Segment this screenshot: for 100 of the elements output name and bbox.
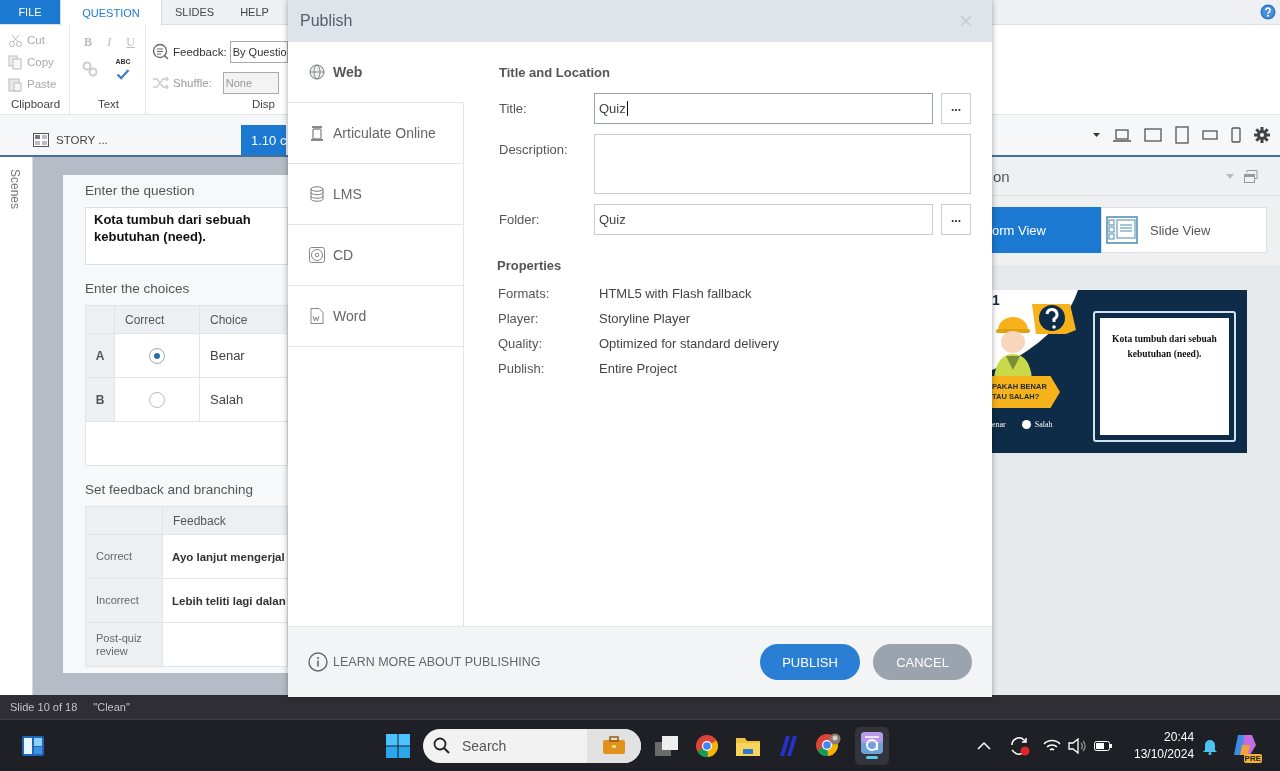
info-icon bbox=[308, 652, 328, 672]
search-field[interactable]: Search bbox=[460, 736, 574, 755]
browser-icon[interactable] bbox=[695, 733, 719, 758]
publish-target-tab[interactable]: CD bbox=[288, 225, 464, 286]
text-field[interactable]: Quiz bbox=[594, 93, 933, 124]
ribbon-group-label: Text bbox=[96, 98, 121, 110]
slide-number: 1 bbox=[992, 292, 1000, 308]
ribbon-tab[interactable]: SLIDES bbox=[162, 0, 228, 24]
document-icon bbox=[309, 308, 325, 324]
volume-icon[interactable] bbox=[1068, 737, 1086, 754]
property-label: Quality: bbox=[498, 336, 544, 351]
ribbon-group-label: Clipboard bbox=[9, 98, 62, 110]
view-toggle[interactable]: orm View bbox=[992, 207, 1101, 253]
correct-radio[interactable] bbox=[149, 391, 165, 408]
option-label: enar bbox=[992, 420, 1006, 429]
view-tab[interactable]: STORY ... bbox=[31, 125, 241, 155]
view-tab[interactable]: 1.10 c bbox=[241, 125, 286, 155]
database-icon bbox=[309, 186, 325, 202]
radio-icon bbox=[1021, 420, 1031, 429]
phone-icon[interactable] bbox=[1231, 127, 1241, 143]
row-label: Incorrect bbox=[85, 578, 163, 623]
start-icon[interactable] bbox=[386, 733, 410, 758]
browser-icon[interactable] bbox=[815, 732, 841, 759]
browse-button[interactable]: ... bbox=[941, 93, 971, 124]
row-label: Post-quiz review bbox=[85, 622, 163, 667]
row-label: Correct bbox=[85, 534, 163, 579]
ribbon-group-label: Disp bbox=[252, 98, 276, 110]
scenes-tab[interactable]: Scenes bbox=[8, 169, 22, 210]
view-toggle[interactable]: Slide View bbox=[1101, 207, 1267, 253]
app-taskbar-button[interactable] bbox=[855, 726, 889, 765]
question-text: Kota tumbuh dari sebuah kebutuhan (need). bbox=[94, 211, 252, 245]
publish-target-tab[interactable]: LMS bbox=[288, 164, 464, 225]
question-field[interactable]: Kota tumbuh dari sebuah kebutuhan (need). bbox=[85, 207, 288, 265]
search-icon bbox=[433, 737, 450, 754]
publish-target-tab[interactable]: Word bbox=[288, 286, 464, 347]
section-heading: Set feedback and branching bbox=[85, 482, 255, 499]
caret-down-icon[interactable] bbox=[1093, 133, 1100, 137]
chevron-up-icon[interactable] bbox=[977, 741, 991, 750]
section-heading: Enter the question bbox=[85, 183, 196, 200]
section-heading: Properties bbox=[497, 258, 563, 273]
publish-target-tab[interactable]: Web bbox=[288, 42, 464, 103]
field-label: Folder: bbox=[499, 211, 541, 229]
property-value: Entire Project bbox=[599, 361, 679, 376]
property-label: Formats: bbox=[498, 286, 551, 301]
clock-time: 20:44 bbox=[1164, 728, 1195, 746]
choice-cell[interactable]: Salah bbox=[199, 377, 288, 422]
widgets-icon[interactable] bbox=[21, 734, 45, 757]
shuffle-icon bbox=[152, 75, 170, 91]
monitor-icon[interactable] bbox=[1144, 128, 1162, 142]
pillar-icon bbox=[309, 125, 325, 141]
wifi-icon[interactable] bbox=[1043, 738, 1061, 753]
settings-icon[interactable] bbox=[1254, 127, 1270, 143]
feedback-icon bbox=[152, 43, 170, 61]
landscape-phone-icon[interactable] bbox=[1202, 130, 1218, 140]
briefcase-icon bbox=[602, 736, 626, 755]
feedback-dropdown[interactable]: By Questio bbox=[229, 41, 288, 63]
field-label: Shuffle: bbox=[173, 77, 212, 89]
dialog-title: Publish bbox=[300, 12, 353, 30]
status-text: "Clean" bbox=[93, 701, 130, 713]
badge: PRE bbox=[1243, 753, 1263, 763]
property-value: Storyline Player bbox=[599, 311, 692, 326]
choice-cell[interactable]: Benar bbox=[199, 333, 288, 378]
battery-icon[interactable] bbox=[1094, 739, 1112, 752]
property-value: HTML5 with Flash fallback bbox=[599, 286, 753, 301]
field-label: Feedback: bbox=[173, 46, 227, 58]
browse-button[interactable]: ... bbox=[941, 204, 971, 235]
tablet-icon[interactable] bbox=[1175, 126, 1189, 144]
option-label: Salah bbox=[1034, 420, 1053, 429]
ribbon-tab[interactable]: QUESTION bbox=[60, 0, 162, 26]
ribbon-tab[interactable]: HELP bbox=[227, 0, 282, 24]
globe-icon bbox=[309, 64, 325, 80]
text-field[interactable]: Quiz bbox=[594, 204, 933, 235]
section-heading: Title and Location bbox=[499, 65, 611, 80]
search-bar[interactable]: Search bbox=[423, 728, 641, 763]
panel-title: on bbox=[993, 167, 1010, 185]
description-field[interactable] bbox=[594, 134, 971, 194]
learn-more-link[interactable]: LEARN MORE ABOUT PUBLISHING bbox=[333, 655, 541, 669]
section-heading: Enter the choices bbox=[85, 281, 191, 298]
column-header: Feedback bbox=[162, 506, 288, 535]
row-letter: B bbox=[85, 377, 115, 422]
task-view-icon[interactable] bbox=[655, 734, 679, 757]
copy-icon bbox=[8, 54, 23, 70]
correct-radio[interactable] bbox=[149, 347, 165, 364]
file-menu-tab[interactable]: FILE bbox=[0, 0, 60, 24]
disc-icon bbox=[309, 247, 325, 263]
row-letter: A bbox=[85, 333, 115, 378]
clock-date: 13/10/2024 bbox=[1134, 745, 1195, 763]
property-label: Publish: bbox=[498, 361, 546, 376]
sync-icon[interactable] bbox=[1009, 735, 1031, 756]
column-header: Correct bbox=[114, 305, 200, 334]
laptop-icon[interactable] bbox=[1113, 128, 1131, 142]
scissors-icon bbox=[8, 32, 23, 48]
checkmark-icon bbox=[115, 69, 131, 80]
publish-button[interactable]: PUBLISH bbox=[760, 644, 860, 680]
colorful-app-icon bbox=[1232, 732, 1259, 757]
publish-target-tab[interactable]: Articulate Online bbox=[288, 103, 464, 164]
help-icon[interactable] bbox=[1260, 4, 1276, 20]
question-text: Kota tumbuh dari sebuah kebutuhan (need). bbox=[1111, 333, 1218, 361]
feedback-cell[interactable]: Lebih teliti lagi dalan bbox=[162, 578, 288, 623]
feedback-cell[interactable]: Ayo lanjut mengerjal bbox=[162, 534, 288, 579]
